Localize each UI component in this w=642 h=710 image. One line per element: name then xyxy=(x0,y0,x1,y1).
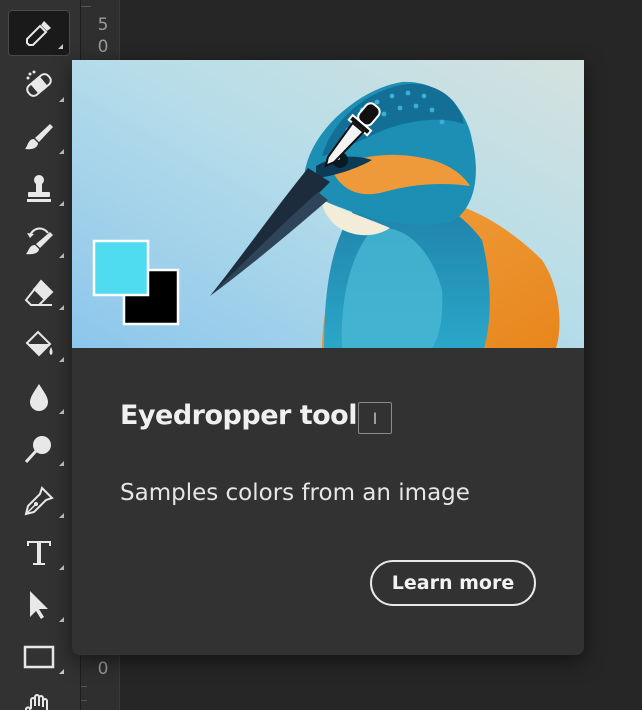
blur-tool[interactable] xyxy=(8,374,70,420)
hand-tool[interactable] xyxy=(8,686,70,710)
tool-group-indicator xyxy=(59,461,64,466)
ruler-tick xyxy=(81,686,87,687)
ruler-digit: 5 xyxy=(97,15,109,35)
tool-group-indicator xyxy=(59,565,64,570)
clone-stamp-tool[interactable] xyxy=(8,166,70,212)
foreground-color-swatch xyxy=(92,239,150,297)
hand-icon xyxy=(24,694,48,710)
tool-group-indicator xyxy=(59,149,64,154)
stamp-icon xyxy=(27,175,51,202)
shortcut-key-badge: I xyxy=(358,402,392,434)
tool-group-indicator xyxy=(59,357,64,362)
arrow-cursor-icon xyxy=(30,591,48,619)
tools-panel xyxy=(0,0,80,710)
tooltip-hero-image xyxy=(72,60,584,348)
tool-group-indicator xyxy=(59,97,64,102)
rectangle-tool[interactable] xyxy=(8,634,70,680)
tool-group-indicator xyxy=(58,44,63,49)
tool-tooltip-panel: Eyedropper tool I Samples colors from an… xyxy=(72,60,584,655)
tool-group-indicator xyxy=(59,305,64,310)
history-brush-tool[interactable] xyxy=(8,218,70,264)
path-selection-tool[interactable] xyxy=(8,582,70,628)
tool-group-indicator xyxy=(59,617,64,622)
tool-group-indicator xyxy=(59,253,64,258)
pen-nib-icon xyxy=(24,486,54,516)
pen-tool[interactable] xyxy=(8,478,70,524)
drop-icon xyxy=(30,384,48,411)
brush-icon xyxy=(25,124,53,150)
tool-group-indicator xyxy=(59,201,64,206)
type-icon xyxy=(27,541,51,565)
ruler-digit: 0 xyxy=(97,659,109,679)
kingfisher-illustration xyxy=(72,60,584,348)
eyedropper-icon xyxy=(26,21,51,46)
tool-group-indicator xyxy=(59,409,64,414)
eraser-icon xyxy=(24,279,54,306)
ruler-digit: 0 xyxy=(97,37,109,57)
paint-bucket-icon xyxy=(25,330,53,357)
eraser-tool[interactable] xyxy=(8,270,70,316)
history-brush-icon xyxy=(26,227,53,255)
type-tool[interactable] xyxy=(8,530,70,576)
rectangle-icon xyxy=(23,645,55,669)
ruler-tick xyxy=(81,700,87,701)
brush-tool[interactable] xyxy=(8,114,70,160)
tool-group-indicator xyxy=(59,513,64,518)
tooltip-title: Eyedropper tool xyxy=(120,400,358,431)
photoshop-window: 5 0 0 Eyedropper tool I Samples colors f… xyxy=(0,0,642,710)
learn-more-button[interactable]: Learn more xyxy=(370,560,536,606)
dodge-tool[interactable] xyxy=(8,426,70,472)
tooltip-description: Samples colors from an image xyxy=(120,480,470,506)
ruler-tick xyxy=(81,6,91,7)
dodge-icon xyxy=(24,436,51,464)
paint-bucket-tool[interactable] xyxy=(8,322,70,368)
tool-group-indicator xyxy=(59,669,64,674)
bandage-icon xyxy=(26,70,52,97)
spot-healing-tool[interactable] xyxy=(8,62,70,108)
eyedropper-tool[interactable] xyxy=(8,10,70,56)
